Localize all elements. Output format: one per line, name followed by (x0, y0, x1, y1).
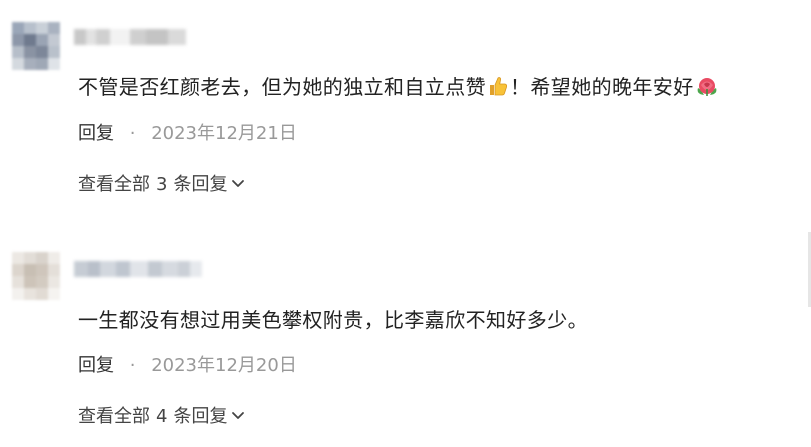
chevron-down-icon (231, 405, 245, 429)
comment-text: 一生都没有想过用美色攀权附贵，比李嘉欣不知好多少。 (78, 308, 588, 332)
comment-meta: 回复 · 2023年12月21日 (78, 122, 297, 146)
reply-button[interactable]: 回复 (78, 123, 114, 144)
view-replies-suffix: 条回复 (173, 174, 228, 195)
view-all-replies-button[interactable]: 查看全部 4 条回复 (78, 405, 245, 429)
comment-item: 不管是否红颜老去，但为她的独立和自立点赞 ！希望她的晚年安好 回复 · 2023年… (0, 0, 811, 232)
comment-item: 一生都没有想过用美色攀权附贵，比李嘉欣不知好多少。 回复 · 2023年12月2… (0, 232, 811, 447)
thumbs-up-icon (487, 75, 509, 104)
view-replies-suffix: 条回复 (173, 406, 228, 427)
username-blurred[interactable] (74, 29, 186, 45)
avatar[interactable] (12, 252, 60, 300)
avatar[interactable] (12, 22, 60, 70)
username-blurred[interactable] (74, 261, 202, 277)
view-all-replies-button[interactable]: 查看全部 3 条回复 (78, 173, 245, 197)
reply-button[interactable]: 回复 (78, 355, 114, 376)
comment-meta: 回复 · 2023年12月20日 (78, 354, 297, 378)
comment-list: 不管是否红颜老去，但为她的独立和自立点赞 ！希望她的晚年安好 回复 · 2023年… (0, 0, 811, 447)
separator-dot: · (129, 355, 136, 376)
comment-date: 2023年12月20日 (151, 355, 297, 376)
comment-text: 不管是否红颜老去，但为她的独立和自立点赞 ！希望她的晚年安好 (78, 73, 720, 104)
view-replies-prefix: 查看全部 (78, 406, 150, 427)
rose-icon (695, 75, 719, 104)
reply-count: 3 (156, 174, 168, 195)
separator-dot: · (129, 123, 136, 144)
comment-date: 2023年12月21日 (151, 123, 297, 144)
reply-count: 4 (156, 406, 168, 427)
view-replies-prefix: 查看全部 (78, 174, 150, 195)
chevron-down-icon (231, 173, 245, 197)
